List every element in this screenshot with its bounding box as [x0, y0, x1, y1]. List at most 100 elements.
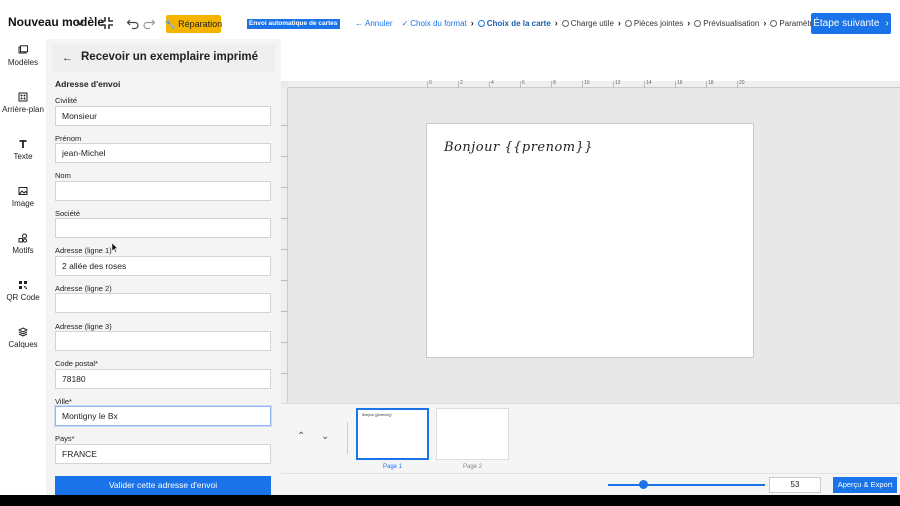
ruler-tick: [551, 81, 552, 88]
zoom-slider[interactable]: [608, 484, 765, 486]
preview-export-button[interactable]: Aperçu & Export: [833, 477, 897, 493]
ruler-tick: [520, 81, 521, 88]
rail-item-layers[interactable]: Calques: [0, 327, 46, 349]
zoom-value-input[interactable]: 53: [769, 477, 821, 493]
chevron-down-icon[interactable]: [74, 17, 86, 29]
next-step-button[interactable]: Étape suivante ›: [811, 13, 891, 34]
chevron-right-icon: ›: [617, 18, 621, 28]
page-thumbnail-1[interactable]: Bonjour {{prenom}}: [356, 408, 429, 460]
company-field[interactable]: [55, 218, 271, 238]
qr-code-icon: [19, 281, 27, 289]
undo-icon[interactable]: [126, 16, 140, 30]
address-line1-field[interactable]: 2 allée des roses: [55, 256, 271, 276]
workspace-toolbar-area: [281, 39, 900, 81]
templates-icon: [18, 45, 28, 54]
thumbnail-text: Bonjour {{prenom}}: [362, 413, 392, 417]
page-thumbnail-2[interactable]: [436, 408, 509, 460]
city-field[interactable]: Montigny le Bx: [55, 406, 271, 426]
page-label: Page 1: [382, 464, 403, 470]
cancel-link[interactable]: ← Annuler: [355, 19, 393, 28]
chevron-right-icon: ›: [687, 18, 691, 28]
address-line3-field[interactable]: [55, 331, 271, 351]
ruler-tick: [613, 81, 614, 88]
redo-icon[interactable]: [142, 16, 156, 30]
rail-item-background[interactable]: Arrière-plan: [0, 92, 46, 114]
ruler-number: 0: [429, 80, 432, 86]
text-icon: [19, 140, 27, 148]
ruler-tick: [281, 311, 288, 312]
field-label: Ville*: [55, 397, 72, 406]
check-circle-icon: ✓: [401, 18, 409, 28]
page-strip: ⌃ ⌄ Bonjour {{prenom}} Page 1 Page 2: [281, 403, 900, 473]
field-label: Adresse (ligne 2): [55, 284, 112, 293]
postal-code-field[interactable]: 78180: [55, 369, 271, 389]
field-label: Adresse (ligne 3): [55, 322, 112, 331]
lastname-field[interactable]: [55, 181, 271, 201]
layers-icon: [18, 327, 28, 337]
chevron-up-icon[interactable]: ⌃: [297, 431, 305, 442]
wrench-icon: 🔧: [164, 18, 177, 29]
step-payload[interactable]: Charge utile: [561, 19, 614, 28]
address-line2-field[interactable]: [55, 293, 271, 313]
ruler-tick: [281, 187, 288, 188]
print-copy-panel: ← Recevoir un exemplaire imprimé Adresse…: [46, 39, 281, 495]
ruler-tick: [489, 81, 490, 88]
field-label: Adresse (ligne 1): [55, 246, 112, 255]
ruler-tick: [706, 81, 707, 88]
arrow-left-icon: ←: [355, 18, 363, 28]
rail-item-templates[interactable]: Modèles: [0, 45, 46, 67]
ruler-tick: [281, 342, 288, 343]
country-field[interactable]: FRANCE: [55, 444, 271, 464]
ruler-number: 14: [646, 80, 652, 86]
ruler-tick: [582, 81, 583, 88]
rail-item-image[interactable]: Image: [0, 186, 46, 208]
circle-icon: [477, 19, 485, 27]
field-label: Prénom: [55, 134, 82, 143]
document-title[interactable]: Nouveau modèle: [8, 15, 104, 29]
horizontal-ruler: 0 2 4 6 8 10 12 14 16 18 20: [288, 80, 900, 88]
chevron-right-icon: ›: [554, 18, 558, 28]
ruler-tick: [281, 125, 288, 126]
ruler-number: 2: [460, 80, 463, 86]
editor-workspace: 0 2 4 6 8 10 12 14 16 18 20 Bonjour {{prenom}} ⌃ ⌄…: [281, 39, 900, 495]
step-preview[interactable]: Prévisualisation: [694, 19, 759, 28]
ruler-tick: [737, 81, 738, 88]
rail-item-qr-code[interactable]: QR Code: [0, 280, 46, 302]
ruler-number: 18: [708, 80, 714, 86]
field-label: Code postal*: [55, 359, 98, 368]
greeting-text[interactable]: Bonjour {{prenom}}: [444, 140, 593, 155]
ruler-number: 16: [677, 80, 683, 86]
zoom-bar: 53 Aperçu & Export: [281, 473, 900, 495]
ruler-number: 6: [522, 80, 525, 86]
vertical-ruler: [281, 88, 288, 404]
ruler-number: 4: [491, 80, 494, 86]
back-arrow-icon[interactable]: ←: [62, 52, 73, 64]
field-label: Pays*: [55, 434, 75, 443]
divider: [347, 422, 348, 454]
step-attachments[interactable]: Pièces jointes: [624, 19, 683, 28]
civility-field[interactable]: Monsieur: [55, 106, 271, 126]
ruler-number: 8: [553, 80, 556, 86]
step-format[interactable]: ✓ Choix du format: [402, 19, 467, 28]
step-breadcrumb: ← Annuler ✓ Choix du format › Choix de la …: [355, 18, 821, 28]
ruler-number: 12: [615, 80, 621, 86]
ruler-tick: [644, 81, 645, 88]
card-canvas[interactable]: Bonjour {{prenom}}: [426, 123, 754, 358]
chevron-right-icon: ›: [885, 18, 889, 29]
rail-item-shapes[interactable]: Motifs: [0, 233, 46, 255]
fit-screen-icon[interactable]: [100, 16, 114, 30]
zoom-slider-handle[interactable]: [638, 480, 648, 489]
field-label: Nom: [55, 171, 71, 180]
background-icon: [18, 92, 28, 102]
firstname-field[interactable]: jean-Michel: [55, 143, 271, 163]
chevron-down-icon[interactable]: ⌄: [321, 431, 329, 442]
repair-button[interactable]: 🔧 Réparation: [164, 15, 222, 33]
ruler-tick: [281, 156, 288, 157]
ruler-tick: [281, 249, 288, 250]
validate-address-button[interactable]: Valider cette adresse d'envoi: [55, 476, 271, 495]
ruler-tick: [675, 81, 676, 88]
rail-item-text[interactable]: Texte: [0, 139, 46, 161]
step-card[interactable]: Choix de la carte: [477, 19, 551, 28]
ruler-tick: [427, 81, 428, 88]
auto-send-badge: Envoi automatique de cartes: [247, 19, 340, 29]
